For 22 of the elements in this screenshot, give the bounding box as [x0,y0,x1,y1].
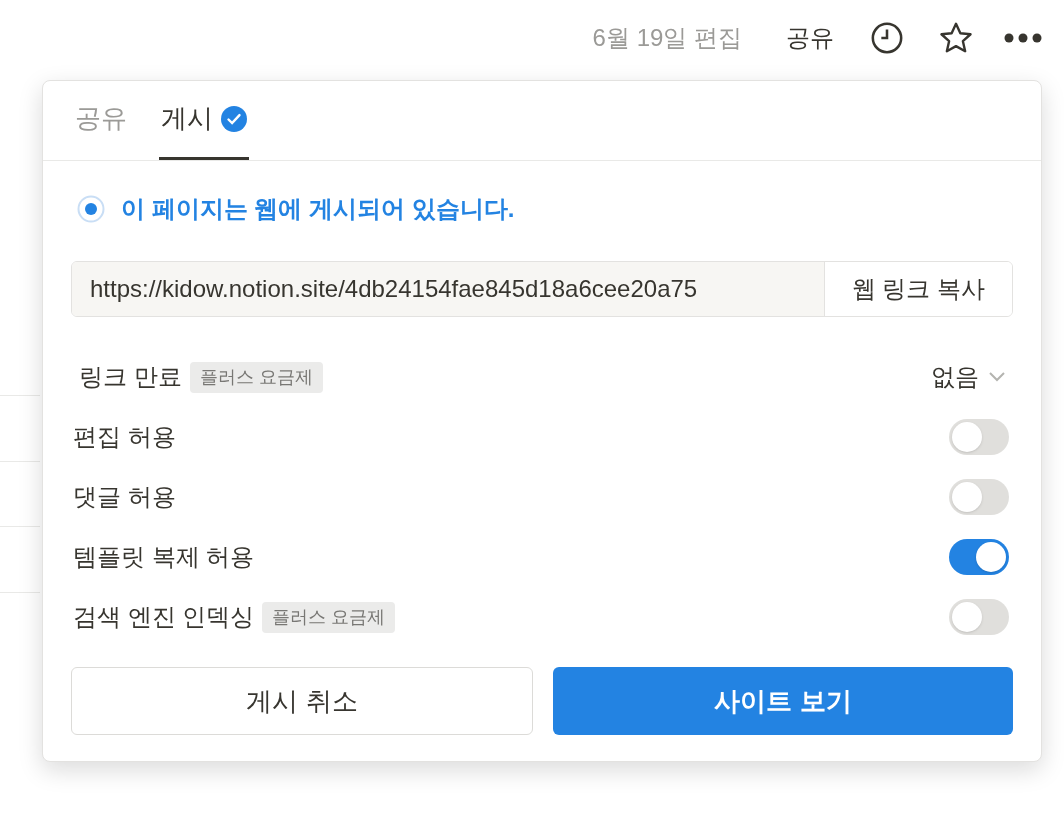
setting-label: 검색 엔진 인덱싱 [73,602,255,632]
setting-label: 편집 허용 [73,422,176,452]
unpublish-button[interactable]: 게시 취소 [71,667,533,735]
plan-badge: 플러스 요금제 [262,601,396,633]
toggle-switch[interactable] [949,419,1009,455]
setting-label: 링크 만료 [79,362,182,392]
checkmark-badge-icon [221,105,247,132]
toggle-switch[interactable] [949,539,1009,575]
share-button[interactable]: 공유 [782,20,838,56]
more-icon[interactable] [1004,33,1042,43]
setting-label: 템플릿 복제 허용 [73,542,255,572]
expiration-dropdown[interactable]: 없음 [931,359,1005,395]
chevron-down-icon [989,372,1005,382]
clock-icon[interactable] [870,21,904,55]
plan-badge: 플러스 요금제 [189,361,323,393]
tab[interactable]: 게시 [159,80,249,160]
toggle-switch[interactable] [949,599,1009,635]
toggle-switch[interactable] [949,479,1009,515]
published-status-text: 이 페이지는 웹에 게시되어 있습니다. [121,194,515,224]
view-site-button[interactable]: 사이트 보기 [553,667,1013,735]
last-edited-text: 6월 19일 편집 [592,23,742,53]
setting-label: 댓글 허용 [73,482,176,512]
